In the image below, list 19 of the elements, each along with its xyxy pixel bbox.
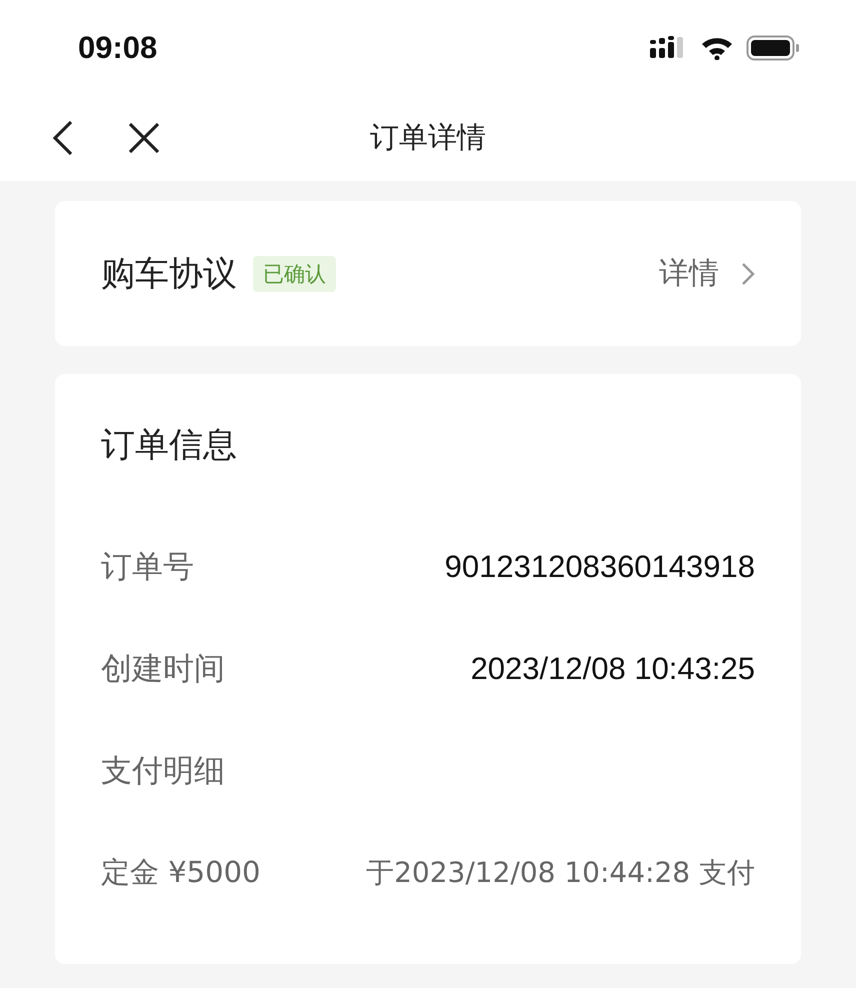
section-title: 订单信息 bbox=[101, 424, 238, 467]
wifi-icon bbox=[700, 36, 734, 60]
status-time: 09:08 bbox=[78, 30, 158, 66]
details-link[interactable]: 详情 bbox=[659, 253, 719, 294]
field-label: 创建时间 bbox=[101, 650, 225, 689]
chevron-right-icon bbox=[741, 262, 755, 286]
agreement-card[interactable]: 购车协议 已确认 详情 bbox=[55, 201, 801, 346]
field-value: 901231208360143918 bbox=[444, 549, 755, 585]
payment-label: 定金 ¥5000 bbox=[101, 854, 260, 891]
status-badge: 已确认 bbox=[253, 256, 336, 292]
field-label: 订单号 bbox=[101, 548, 194, 587]
field-value: 2023/12/08 10:43:25 bbox=[470, 651, 755, 687]
field-label: 支付明细 bbox=[101, 752, 225, 791]
page-title: 订单详情 bbox=[370, 119, 486, 156]
battery-icon bbox=[746, 34, 800, 60]
back-icon[interactable] bbox=[52, 120, 74, 156]
close-icon[interactable] bbox=[128, 122, 160, 154]
payment-value: 于2023/12/08 10:44:28 支付 bbox=[366, 855, 755, 891]
agreement-title: 购车协议 bbox=[101, 252, 237, 296]
